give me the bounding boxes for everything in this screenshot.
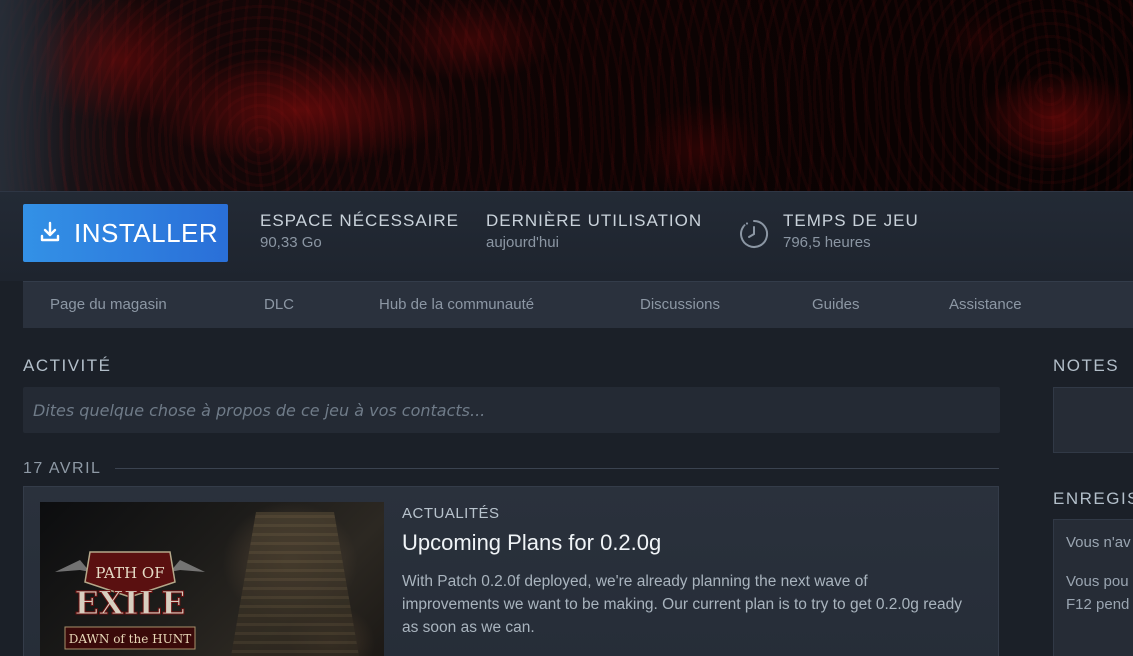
recordings-hint-line1: Vous pou bbox=[1066, 573, 1129, 590]
logo-line1: PATH OF bbox=[95, 564, 164, 582]
nav-community-hub[interactable]: Hub de la communauté bbox=[379, 296, 534, 313]
recordings-hint-line2: F12 pend bbox=[1066, 596, 1130, 613]
recordings-box: Vous n'av Vous pou F12 pend bbox=[1053, 519, 1133, 656]
nav-support[interactable]: Assistance bbox=[949, 296, 1022, 313]
nav-dlc[interactable]: DLC bbox=[264, 296, 294, 313]
stat-value: 796,5 heures bbox=[783, 234, 871, 251]
nav-store-page[interactable]: Page du magasin bbox=[50, 296, 167, 313]
recordings-hint-text: Vous pou F12 pend bbox=[1066, 570, 1129, 616]
notes-box[interactable] bbox=[1053, 387, 1133, 453]
recordings-empty-text: Vous n'av bbox=[1066, 534, 1131, 551]
activity-input-box[interactable] bbox=[23, 387, 1000, 433]
feed-date: 17 AVRIL bbox=[23, 460, 102, 477]
clock-icon bbox=[740, 219, 769, 248]
stat-title: DERNIÈRE UTILISATION bbox=[486, 211, 703, 230]
news-card[interactable]: PATH OF EXILE DAWN of the HUNT ACTUALITÉ… bbox=[23, 486, 999, 656]
stat-value: aujourd'hui bbox=[486, 234, 559, 251]
nav-discussions[interactable]: Discussions bbox=[640, 296, 720, 313]
stat-title: TEMPS DE JEU bbox=[783, 211, 919, 230]
logo-line2: EXILE bbox=[74, 584, 185, 622]
stat-playtime: TEMPS DE JEU 796,5 heures bbox=[783, 211, 919, 251]
stat-title: ESPACE NÉCESSAIRE bbox=[260, 211, 460, 230]
hero-banner bbox=[0, 0, 1133, 191]
install-label: INSTALLER bbox=[74, 218, 219, 248]
install-button[interactable]: INSTALLER bbox=[23, 204, 228, 262]
thumbnail-artwork bbox=[230, 512, 360, 656]
stat-last-played: DERNIÈRE UTILISATION aujourd'hui bbox=[486, 211, 702, 251]
notes-title: NOTES bbox=[1053, 356, 1120, 375]
news-category: ACTUALITÉS bbox=[402, 505, 500, 522]
game-logo: PATH OF EXILE DAWN of the HUNT bbox=[55, 551, 205, 650]
stat-value: 90,33 Go bbox=[260, 234, 322, 251]
news-thumbnail[interactable]: PATH OF EXILE DAWN of the HUNT bbox=[40, 502, 384, 656]
logo-line3: DAWN of the HUNT bbox=[69, 632, 191, 646]
divider bbox=[115, 468, 999, 469]
news-summary: With Patch 0.2.0f deployed, we're alread… bbox=[402, 573, 962, 636]
download-icon bbox=[40, 221, 60, 242]
nav-guides[interactable]: Guides bbox=[812, 296, 860, 313]
game-nav-bar: Page du magasin DLC Hub de la communauté… bbox=[23, 281, 1133, 328]
news-title[interactable]: Upcoming Plans for 0.2.0g bbox=[402, 530, 962, 556]
action-bar: INSTALLER ESPACE NÉCESSAIRE 90,33 Go DER… bbox=[0, 191, 1133, 281]
news-text: ACTUALITÉS Upcoming Plans for 0.2.0g Wit… bbox=[402, 505, 962, 639]
recordings-title: ENREGIS bbox=[1053, 489, 1133, 508]
activity-input[interactable] bbox=[23, 387, 1000, 433]
stat-disk-space: ESPACE NÉCESSAIRE 90,33 Go bbox=[260, 211, 459, 251]
feed-date-row: 17 AVRIL bbox=[23, 458, 1000, 480]
activity-title: ACTIVITÉ bbox=[23, 356, 112, 375]
